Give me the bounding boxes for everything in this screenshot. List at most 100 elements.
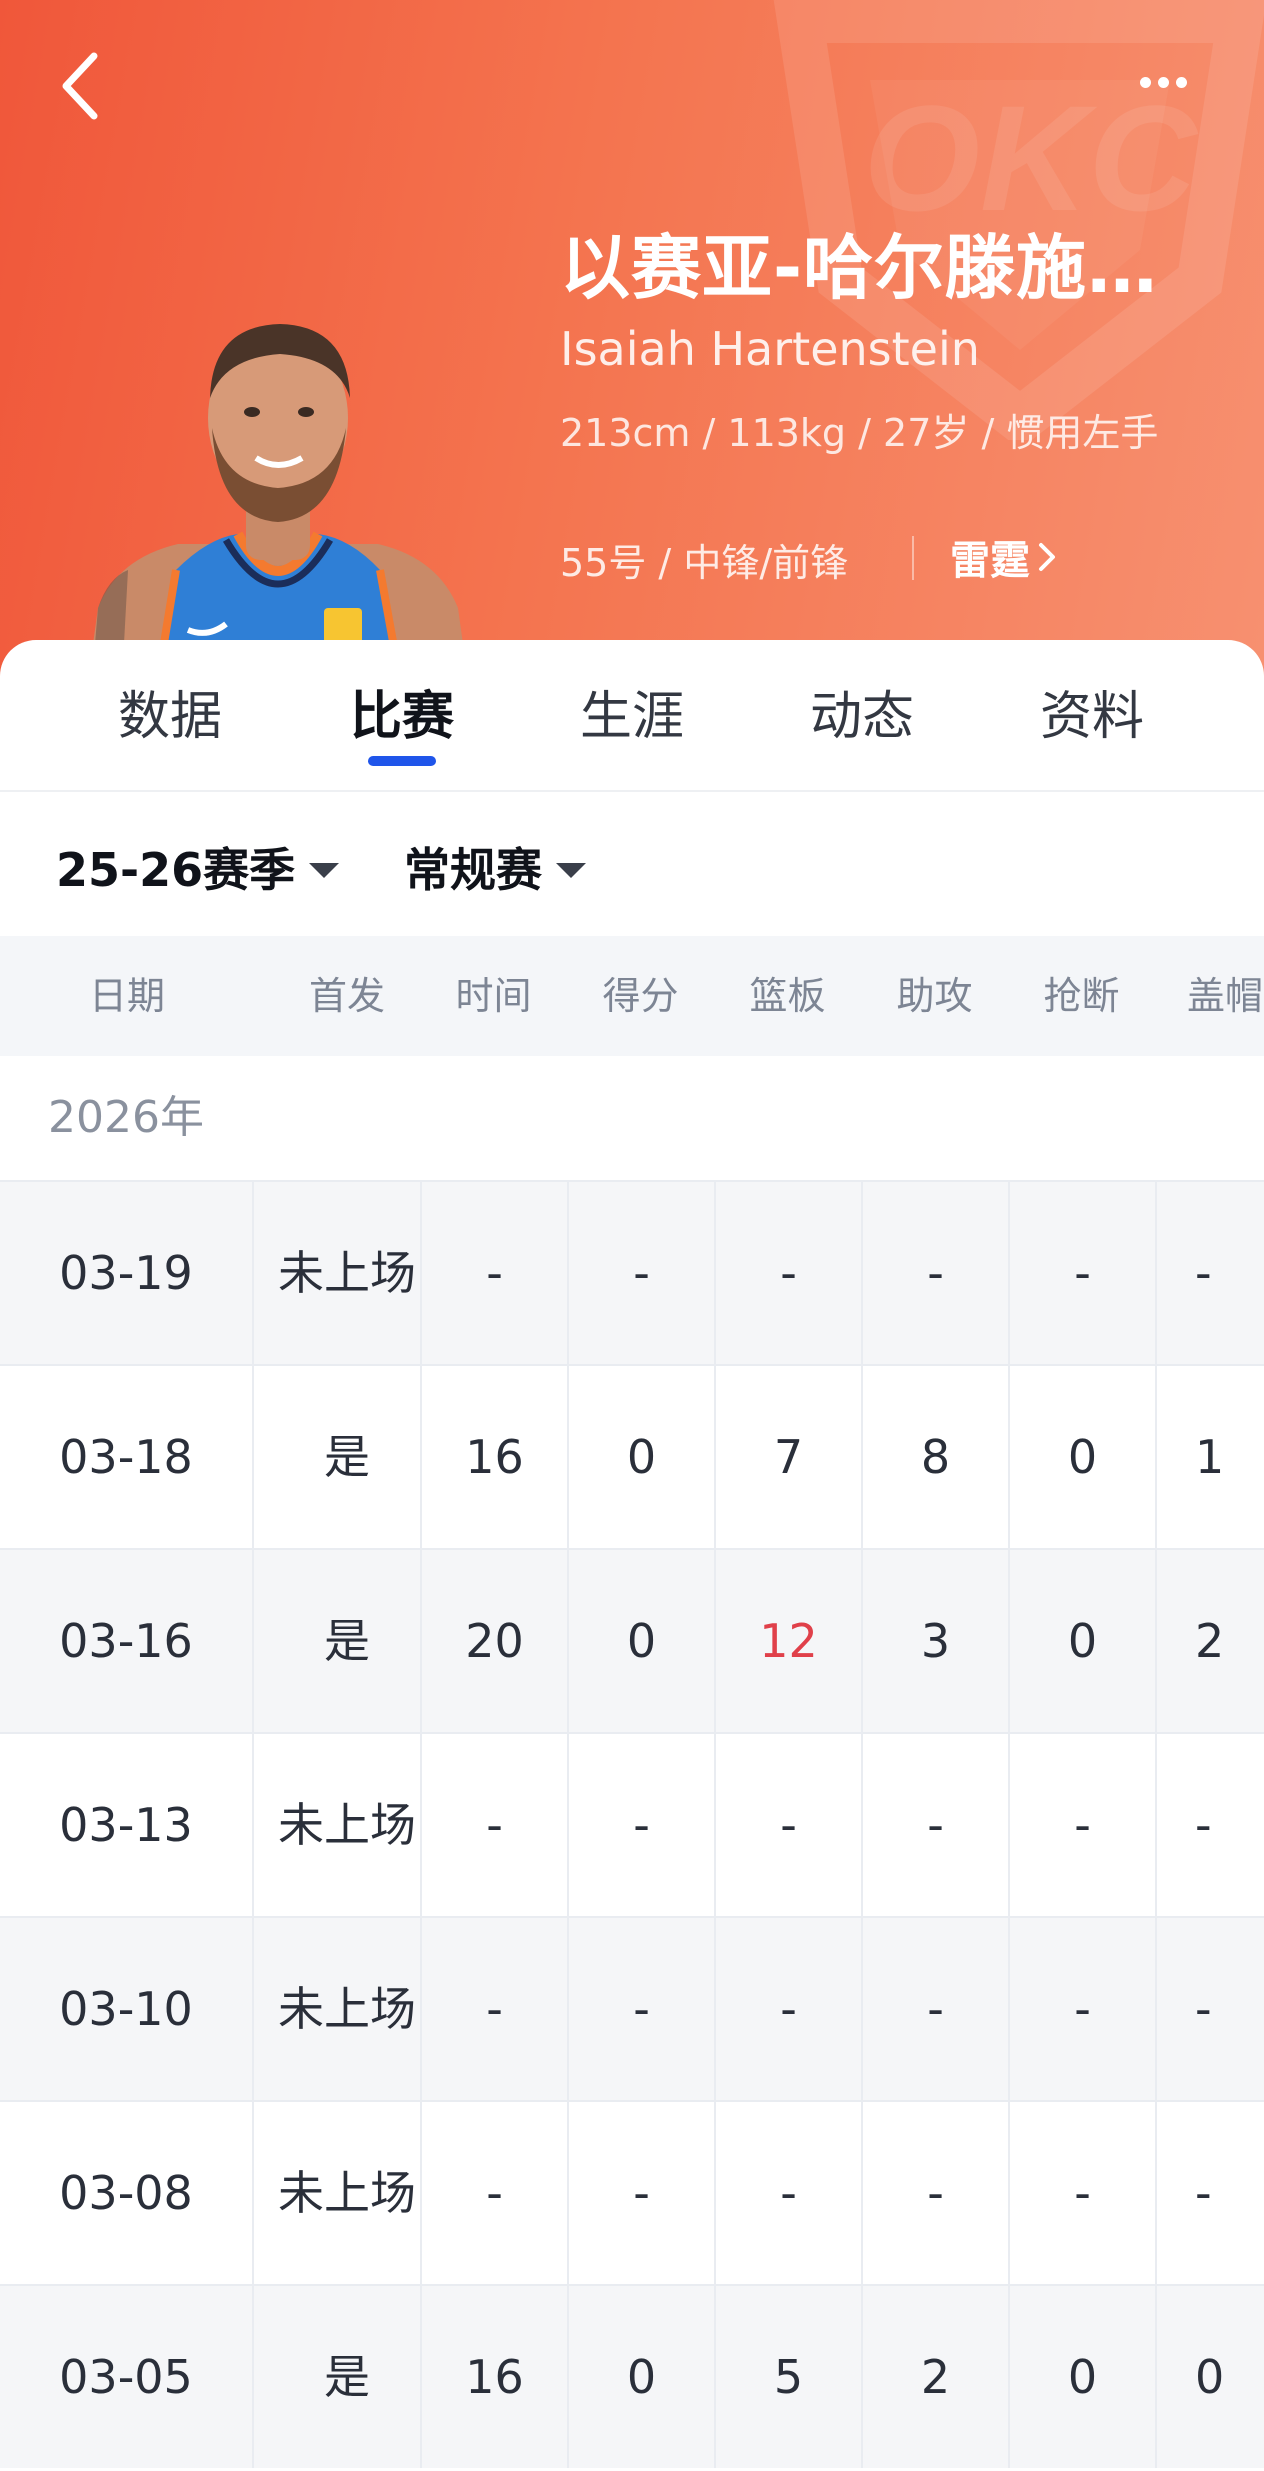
player-position: 55号 / 中锋/前锋 — [560, 541, 849, 585]
tab-stats[interactable]: 数据 — [90, 674, 250, 749]
cell-points: 0 — [567, 1366, 714, 1548]
cell-time: 16 — [420, 1366, 567, 1548]
cell-steals: - — [1008, 1918, 1155, 2100]
column-header-assists: 助攻 — [896, 974, 973, 1018]
content-card: 数据 比赛 生涯 动态 资料 25-26赛季 常规赛 日期 首发 时间 得分 篮… — [0, 640, 1264, 2471]
cell-blocks: - — [1155, 1182, 1264, 1364]
back-button[interactable] — [52, 48, 116, 124]
cell-assists: 2 — [861, 2286, 1008, 2468]
column-header-date: 日期 — [88, 974, 165, 1018]
more-dot — [1157, 76, 1169, 88]
cell-starter: 未上场 — [278, 1982, 416, 2036]
cell-time: - — [420, 1734, 567, 1916]
column-header-points: 得分 — [602, 974, 679, 1018]
cell-points: - — [567, 2102, 714, 2284]
cell-blocks: - — [1155, 1734, 1264, 1916]
cell-assists: - — [861, 2102, 1008, 2284]
chevron-left-icon — [62, 52, 98, 120]
column-header-rebounds: 篮板 — [749, 974, 826, 1018]
cell-points: - — [567, 1734, 714, 1916]
cell-assists: - — [861, 1918, 1008, 2100]
more-horizontal-icon — [1139, 76, 1151, 88]
team-link[interactable]: 雷霆 — [950, 528, 1058, 586]
cell-rebounds: 12 — [714, 1550, 861, 1732]
cell-steals: - — [1008, 1734, 1155, 1916]
cell-blocks: - — [1155, 2102, 1264, 2284]
cell-date: 03-05 — [0, 2286, 254, 2468]
table-row[interactable]: 03-18 是 16 0 7 8 0 1 — [0, 1364, 1264, 1548]
cell-rebounds: - — [714, 1918, 861, 2100]
cell-date: 03-16 — [0, 1550, 254, 1732]
cell-steals: 0 — [1008, 1366, 1155, 1548]
table-row[interactable]: 03-13 未上场 - - - - - - — [0, 1732, 1264, 1916]
cell-blocks: 0 — [1155, 2286, 1264, 2468]
tab-news[interactable]: 动态 — [782, 674, 942, 749]
cell-starter: 未上场 — [278, 1798, 416, 1852]
year-group-header: 2026年 — [0, 1056, 1264, 1180]
cell-assists: - — [861, 1734, 1008, 1916]
cell-points: - — [567, 1182, 714, 1364]
divider — [912, 536, 914, 580]
tab-games[interactable]: 比赛 — [322, 674, 482, 749]
cell-rebounds: 5 — [714, 2286, 861, 2468]
cell-rebounds: 7 — [714, 1366, 861, 1548]
table-header: 日期 首发 时间 得分 篮板 助攻 抢断 盖帽 — [0, 936, 1264, 1056]
cell-points: 0 — [567, 1550, 714, 1732]
cell-date: 03-08 — [0, 2102, 254, 2284]
table-row[interactable]: 03-08 未上场 - - - - - - — [0, 2100, 1264, 2284]
table-row[interactable]: 03-16 是 20 0 12 3 0 2 — [0, 1548, 1264, 1732]
cell-time: 20 — [420, 1550, 567, 1732]
cell-blocks: - — [1155, 1918, 1264, 2100]
cell-rebounds: - — [714, 1734, 861, 1916]
chevron-right-icon — [1039, 543, 1055, 571]
player-name-cn: 以赛亚-哈尔滕施… — [560, 227, 1159, 309]
tab-profile[interactable]: 资料 — [1012, 674, 1172, 749]
cell-starter: 未上场 — [278, 2166, 416, 2220]
table-row[interactable]: 03-19 未上场 - - - - - - — [0, 1180, 1264, 1364]
game-type-dropdown[interactable]: 常规赛 — [404, 834, 586, 900]
caret-down-icon — [309, 862, 340, 878]
cell-steals: - — [1008, 1182, 1155, 1364]
cell-time: - — [420, 2102, 567, 2284]
season-label: 25-26赛季 — [56, 843, 296, 897]
caret-down-icon — [556, 862, 586, 878]
cell-assists: 3 — [861, 1550, 1008, 1732]
column-header-starter: 首发 — [308, 974, 385, 1018]
cell-blocks: 1 — [1155, 1366, 1264, 1548]
active-tab-indicator — [368, 756, 436, 766]
cell-rebounds: - — [714, 1182, 861, 1364]
cell-points: - — [567, 1918, 714, 2100]
player-header: OKC 以赛亚-哈尔滕施… Isaiah Hartenstein 213cm /… — [0, 0, 1264, 680]
column-header-time: 时间 — [455, 974, 532, 1018]
cell-assists: - — [861, 1182, 1008, 1364]
player-photo — [88, 324, 468, 680]
cell-steals: - — [1008, 2102, 1155, 2284]
cell-date: 03-13 — [0, 1734, 254, 1916]
cell-date: 03-10 — [0, 1918, 254, 2100]
table-row[interactable]: 03-10 未上场 - - - - - - — [0, 1916, 1264, 2100]
game-type-label: 常规赛 — [404, 843, 542, 897]
tab-career[interactable]: 生涯 — [552, 674, 712, 749]
cell-date: 03-18 — [0, 1366, 254, 1548]
cell-steals: 0 — [1008, 2286, 1155, 2468]
cell-date: 03-19 — [0, 1182, 254, 1364]
tab-bar: 数据 比赛 生涯 动态 资料 — [0, 640, 1264, 790]
filter-bar: 25-26赛季 常规赛 — [0, 792, 1264, 936]
cell-time: - — [420, 1182, 567, 1364]
year-label: 2026年 — [48, 1092, 204, 1143]
cell-steals: 0 — [1008, 1550, 1155, 1732]
cell-assists: 8 — [861, 1366, 1008, 1548]
team-name: 雷霆 — [950, 538, 1030, 584]
player-bio: 213cm / 113kg / 27岁 / 惯用左手 — [560, 411, 1159, 455]
cell-starter: 未上场 — [278, 1246, 416, 1300]
column-header-blocks: 盖帽 — [1187, 974, 1264, 1018]
cell-time: 16 — [420, 2286, 567, 2468]
cell-starter: 是 — [324, 1614, 370, 1668]
cell-starter: 是 — [324, 1430, 370, 1484]
player-name-en: Isaiah Hartenstein — [560, 322, 980, 376]
cell-rebounds: - — [714, 2102, 861, 2284]
more-button[interactable] — [1128, 62, 1198, 102]
cell-points: 0 — [567, 2286, 714, 2468]
season-dropdown[interactable]: 25-26赛季 — [56, 834, 340, 900]
table-row[interactable]: 03-05 是 16 0 5 2 0 0 — [0, 2284, 1264, 2468]
